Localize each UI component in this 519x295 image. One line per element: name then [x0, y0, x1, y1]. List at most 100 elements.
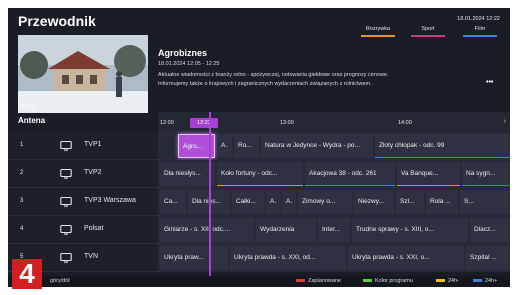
legend-item: 24h-	[436, 278, 459, 284]
program-cell[interactable]: Rola ...	[426, 190, 458, 214]
legend-label: 24h-	[448, 278, 460, 284]
time-mark: 14:00	[398, 120, 412, 126]
program-cell[interactable]: A.	[282, 190, 296, 214]
program-title: Złoty chłopak - odc. 99	[379, 142, 445, 149]
red-button-icon	[296, 279, 305, 283]
program-cell[interactable]: Ukryta praw...	[160, 246, 228, 270]
channel-row: 4 Polsat Giniarze - s. XII, odc.... Wyda…	[8, 216, 510, 244]
legend-label: Kolor programu	[375, 278, 413, 284]
time-mark: 13:00	[280, 120, 294, 126]
filter-underline	[361, 35, 395, 37]
category-bar	[462, 184, 510, 186]
app-title: Przewodnik	[18, 13, 96, 29]
section-label: Antena	[18, 116, 46, 125]
channel-name: TVP1	[84, 141, 102, 148]
program-row: Ca... Dla nies... Całki... A. A. Zimowy …	[158, 188, 510, 216]
program-cell[interactable]: Zimowy o...	[298, 190, 352, 214]
filter-sport[interactable]: Sport	[411, 26, 445, 37]
current-time-chip: 12:22	[190, 118, 218, 128]
program-title: Va Banque...	[401, 170, 439, 177]
channel-row: 1 TVP1 Agro... A. Ro... Natura w Jedynce…	[8, 132, 510, 160]
program-cell[interactable]: Ukryta prawda - s. XXI, od...	[230, 246, 346, 270]
yellow-button-icon	[436, 279, 445, 283]
program-cell[interactable]: Natura w Jedynce - Wydra - po...	[261, 134, 373, 158]
channel-number: 3	[20, 198, 24, 204]
scroll-right-icon[interactable]: ›	[504, 118, 506, 125]
tv-icon	[60, 168, 72, 179]
program-cell[interactable]: Koło fortuny - odc...	[217, 162, 303, 186]
filter-film[interactable]: Film	[463, 26, 497, 37]
program-cell[interactable]: A.	[266, 190, 280, 214]
legend-item: Zaplanowane	[296, 278, 341, 284]
channel-number: 4	[20, 226, 24, 232]
current-time-line	[209, 112, 211, 283]
program-cell[interactable]: Ukryta prawda - s. XXI, o...	[348, 246, 464, 270]
program-cell[interactable]: Dlacz...	[470, 218, 510, 242]
category-filters: Rozrywka Sport Film	[361, 26, 503, 42]
program-title: Agrobiznes	[158, 48, 208, 58]
channel-cell[interactable]: 1 TVP1	[8, 132, 158, 160]
program-title: Koło fortuny - odc...	[221, 170, 278, 177]
program-row: Dla niesłys... Koło fortuny - odc... Aka…	[158, 160, 510, 188]
tv-icon	[60, 140, 72, 151]
program-cell[interactable]: Inter...	[318, 218, 350, 242]
channel-number: 2	[20, 170, 24, 176]
program-cell[interactable]: Dla niesłys...	[160, 162, 215, 186]
channel-row: 2 TVP2 Dla niesłys... Koło fortuny - odc…	[8, 160, 510, 188]
channel-number: 1	[20, 142, 24, 148]
program-cell[interactable]: Na sygn...	[462, 162, 510, 186]
program-cell[interactable]: Giniarze - s. XII, odc....	[160, 218, 254, 242]
program-cell[interactable]: Va Banque...	[397, 162, 460, 186]
footer-bar: góry/dół Zaplanowane Kolor programu 24h-…	[8, 276, 510, 287]
program-row: Ukryta praw... Ukryta prawda - s. XXI, o…	[158, 244, 510, 272]
program-cell[interactable]: Trudne sprawy - s. XIII, o...	[352, 218, 468, 242]
legend-item: 24h+	[473, 278, 497, 284]
filter-label: Film	[474, 26, 486, 32]
program-cell[interactable]: Szpital ...	[466, 246, 510, 270]
live-preview[interactable]: TVP1	[18, 35, 148, 113]
channel-row: 3 TVP3 Warszawa Ca... Dla nies... Całki.…	[8, 188, 510, 216]
category-bar	[397, 184, 460, 186]
legend-label: 24h+	[485, 278, 498, 284]
program-cell[interactable]: Niezwy...	[354, 190, 394, 214]
program-cell[interactable]: Złoty chłopak - odc. 99	[375, 134, 510, 158]
channel-4-logo: 4	[12, 259, 42, 289]
category-bar	[375, 156, 510, 158]
program-title: Akacjowa 38 - odc. 261	[309, 170, 377, 177]
channel-name: TVP3 Warszawa	[84, 197, 136, 204]
program-title: Na sygn...	[466, 170, 496, 177]
program-cell[interactable]: Akacjowa 38 - odc. 261	[305, 162, 395, 186]
filter-rozrywka[interactable]: Rozrywka	[361, 26, 395, 37]
date-time: 18.01.2024 12:22	[457, 16, 500, 22]
program-time: 18.01.2024 12:05 - 12:25	[158, 61, 220, 67]
channel-cell[interactable]: 3 TVP3 Warszawa	[8, 188, 158, 216]
channel-cell[interactable]: 4 Polsat	[8, 216, 158, 244]
program-cell[interactable]: Całki...	[232, 190, 264, 214]
category-bar	[305, 184, 395, 186]
channel-name: TVN	[84, 253, 98, 260]
preview-image	[18, 35, 148, 113]
program-cell[interactable]: Ca...	[160, 190, 186, 214]
preview-channel-label: TVP1	[21, 105, 37, 111]
program-cell[interactable]: Szl...	[396, 190, 424, 214]
tv-guide-screen: Przewodnik 18.01.2024 12:22 TVP1 Rozrywk…	[8, 8, 510, 287]
channel-row: 5 TVN Ukryta praw... Ukryta prawda - s. …	[8, 244, 510, 272]
program-row: Agro... A. Ro... Natura w Jedynce - Wydr…	[158, 132, 510, 160]
channel-cell[interactable]: 2 TVP2	[8, 160, 158, 188]
filter-label: Sport	[421, 26, 435, 32]
channel-name: Polsat	[84, 225, 104, 232]
filter-underline	[463, 35, 497, 37]
program-cell[interactable]: Ro...	[234, 134, 259, 158]
legend-label: Zaplanowane	[308, 278, 342, 284]
timeline-header: 12:00 12:22 13:00 14:00 ›	[158, 112, 510, 132]
program-row: Giniarze - s. XII, odc.... Wydarzenia In…	[158, 216, 510, 244]
program-cell[interactable]: S...	[460, 190, 510, 214]
more-options-button[interactable]: •••	[486, 79, 493, 86]
filter-label: Rozrywka	[365, 26, 391, 32]
program-description: Aktualne wiadomości z branży rolno - spo…	[158, 71, 458, 88]
green-button-icon	[363, 279, 372, 283]
program-cell[interactable]: A.	[217, 134, 232, 158]
channel-name: TVP2	[84, 169, 102, 176]
description-line: Aktualne wiadomości z branży rolno - spo…	[158, 72, 389, 78]
program-cell[interactable]: Wydarzenia	[256, 218, 316, 242]
